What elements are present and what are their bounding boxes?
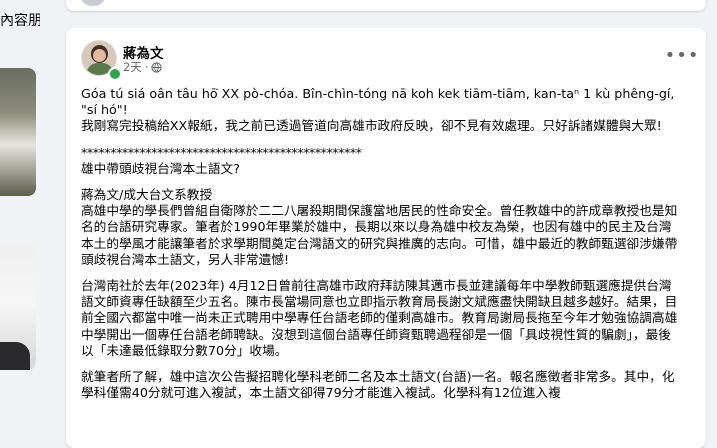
- post-headline: 雄中帶頭歧視台灣本土語文?: [81, 160, 240, 176]
- post-paragraph-2: 台灣南社於去年(2023年) 4月12日曾前往高雄市政府拜訪陳其邁市長並建議每年…: [81, 278, 678, 358]
- post-line-1: Góa tú siá oân tâu hō͘ XX pò-chóa. Bîn-c…: [81, 86, 675, 118]
- post-paragraph-3: 就筆者所了解，雄中這次公告擬招聘化學科老師二名及本土語文(台語)一名。報名應徵者…: [81, 369, 675, 401]
- post-divider-stars: ****************************************…: [81, 144, 362, 160]
- avatar-face-shape: [93, 49, 106, 62]
- sidebar-thumbnail-2-detail: [0, 342, 30, 370]
- online-status-icon: [108, 67, 122, 81]
- post-body: Góa tú siá oân tâu hō͘ XX pò-chóa. Bîn-c…: [81, 86, 679, 401]
- post-card: 蔣為文 2天 · ••• Góa tú siá oân tâu hō͘ XX p…: [66, 28, 706, 448]
- post-timestamp[interactable]: 2天: [123, 59, 142, 75]
- sidebar-thumbnail-1[interactable]: [0, 68, 36, 196]
- post-paragraph-1: 高雄中學的學長們曾組自衛隊於二二八屠殺期間保護當地居民的性命安全。曾任教雄中的許…: [81, 203, 678, 267]
- post-byline: 蔣為文/成大台文系教授: [81, 187, 213, 203]
- more-options-icon: •••: [664, 45, 700, 66]
- sidebar-label[interactable]: 內容朋友: [0, 10, 40, 30]
- post-meta: 2天 ·: [123, 59, 163, 75]
- more-options-button[interactable]: •••: [665, 42, 699, 70]
- meta-separator: ·: [144, 60, 149, 74]
- globe-icon[interactable]: [151, 61, 163, 73]
- left-sidebar: 內容朋友: [0, 0, 40, 426]
- post-line-2: 我剛寫完投稿給XX報紙，我之前已透過管道向高雄市政府反映，卻不見有效處理。只好訴…: [81, 118, 662, 134]
- avatar[interactable]: [80, 0, 106, 6]
- previous-post-card: [66, 0, 706, 11]
